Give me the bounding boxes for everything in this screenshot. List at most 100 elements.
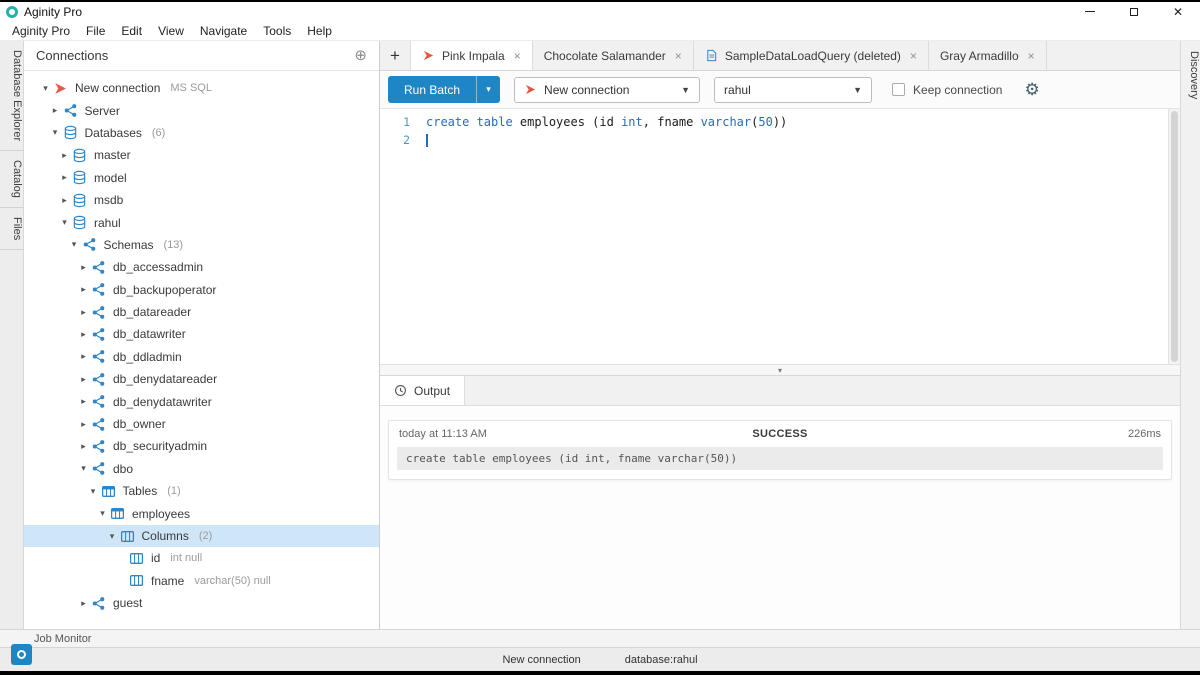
expand-arrow-icon[interactable]: ▸ bbox=[76, 329, 91, 340]
tree-item-rahul[interactable]: ▾rahul bbox=[24, 211, 379, 233]
expand-arrow-icon[interactable]: ▸ bbox=[76, 396, 91, 407]
tree-item-meta: (6) bbox=[152, 127, 165, 139]
tree-item-tables[interactable]: ▾Tables(1) bbox=[24, 480, 379, 502]
close-tab-icon[interactable]: × bbox=[514, 49, 521, 63]
run-batch-split-button: Run Batch ▾ bbox=[388, 76, 500, 103]
menu-item-aginity-pro[interactable]: Aginity Pro bbox=[4, 24, 78, 38]
tree-item-db-accessadmin[interactable]: ▸db_accessadmin bbox=[24, 256, 379, 278]
connection-select[interactable]: New connection ▼ bbox=[514, 77, 700, 103]
expand-arrow-icon[interactable]: ▸ bbox=[57, 195, 72, 206]
right-rail-tab-discovery[interactable]: Discovery bbox=[1181, 41, 1200, 108]
run-batch-dropdown[interactable]: ▾ bbox=[476, 76, 500, 103]
document-icon bbox=[705, 49, 718, 62]
left-rail-tab-database-explorer[interactable]: Database Explorer bbox=[0, 41, 23, 151]
close-tab-icon[interactable]: × bbox=[910, 49, 917, 63]
expand-arrow-icon[interactable]: ▸ bbox=[57, 172, 72, 183]
expand-arrow-icon[interactable]: ▸ bbox=[57, 150, 72, 161]
editor-tab-sampledataloadquery-deleted[interactable]: SampleDataLoadQuery (deleted)× bbox=[694, 41, 929, 70]
left-rail-tab-files[interactable]: Files bbox=[0, 208, 23, 250]
taskbar-app-icon[interactable] bbox=[11, 644, 32, 665]
schema-icon bbox=[91, 349, 106, 364]
expand-arrow-icon[interactable]: ▸ bbox=[76, 262, 91, 273]
tree-item-guest[interactable]: ▸guest bbox=[24, 592, 379, 614]
close-button[interactable]: ✕ bbox=[1156, 2, 1200, 21]
collapse-arrow-icon[interactable]: ▾ bbox=[95, 508, 110, 519]
tree-item-msdb[interactable]: ▸msdb bbox=[24, 189, 379, 211]
collapse-arrow-icon[interactable]: ▾ bbox=[76, 463, 91, 474]
close-tab-icon[interactable]: × bbox=[1028, 49, 1035, 63]
code-text[interactable] bbox=[426, 132, 428, 150]
left-rail-tab-catalog[interactable]: Catalog bbox=[0, 151, 23, 208]
collapse-arrow-icon[interactable]: ▾ bbox=[57, 217, 72, 228]
expand-arrow-icon[interactable]: ▸ bbox=[76, 351, 91, 362]
editor-tab-pink-impala[interactable]: Pink Impala× bbox=[410, 41, 533, 70]
collapse-arrow-icon[interactable]: ▾ bbox=[67, 239, 82, 250]
connections-panel: Connections ⊕ ▾New connectionMS SQL▸Serv… bbox=[24, 41, 380, 629]
add-connection-icon[interactable]: ⊕ bbox=[354, 48, 367, 63]
bottom-border bbox=[0, 671, 1200, 675]
code-text[interactable]: create table employees (id int, fname va… bbox=[426, 114, 787, 132]
collapse-arrow-icon[interactable]: ▾ bbox=[105, 531, 120, 542]
tree-item-db-denydatawriter[interactable]: ▸db_denydatawriter bbox=[24, 390, 379, 412]
keep-connection-checkbox[interactable] bbox=[892, 83, 905, 96]
tree-item-new-connection[interactable]: ▾New connectionMS SQL bbox=[24, 77, 379, 99]
columns-icon bbox=[120, 529, 135, 544]
expand-arrow-icon[interactable]: ▸ bbox=[76, 284, 91, 295]
expand-arrow-icon[interactable]: ▸ bbox=[76, 419, 91, 430]
expand-arrow-icon[interactable]: ▸ bbox=[76, 307, 91, 318]
menu-item-file[interactable]: File bbox=[78, 24, 113, 38]
scrollbar-thumb[interactable] bbox=[1171, 111, 1178, 362]
tree-item-fname[interactable]: fnamevarchar(50) null bbox=[24, 570, 379, 592]
tree-item-dbo[interactable]: ▾dbo bbox=[24, 458, 379, 480]
tree-item-employees[interactable]: ▾employees bbox=[24, 502, 379, 524]
expand-arrow-icon[interactable]: ▸ bbox=[76, 441, 91, 452]
collapse-arrow-icon[interactable]: ▾ bbox=[86, 486, 101, 497]
clock-icon bbox=[394, 384, 407, 397]
tree-item-db-datareader[interactable]: ▸db_datareader bbox=[24, 301, 379, 323]
collapse-arrow-icon[interactable]: ▾ bbox=[48, 127, 63, 138]
tree-item-db-securityadmin[interactable]: ▸db_securityadmin bbox=[24, 435, 379, 457]
tree-item-server[interactable]: ▸Server bbox=[24, 99, 379, 121]
run-batch-button[interactable]: Run Batch bbox=[388, 76, 476, 103]
new-tab-button[interactable]: + bbox=[380, 41, 410, 70]
sql-editor[interactable]: 1create table employees (id int, fname v… bbox=[380, 109, 1180, 364]
tree-item-db-ddladmin[interactable]: ▸db_ddladmin bbox=[24, 346, 379, 368]
tree-item-db-datawriter[interactable]: ▸db_datawriter bbox=[24, 323, 379, 345]
expand-arrow-icon[interactable]: ▸ bbox=[76, 374, 91, 385]
table-icon bbox=[101, 484, 116, 499]
connection-icon bbox=[524, 83, 537, 96]
tree-item-model[interactable]: ▸model bbox=[24, 167, 379, 189]
menu-item-tools[interactable]: Tools bbox=[255, 24, 299, 38]
menu-item-edit[interactable]: Edit bbox=[113, 24, 150, 38]
editor-tab-chocolate-salamander[interactable]: Chocolate Salamander× bbox=[533, 41, 694, 70]
tree-item-id[interactable]: idint null bbox=[24, 547, 379, 569]
splitter-handle[interactable]: ▾ bbox=[380, 364, 1180, 376]
restore-button[interactable] bbox=[1112, 2, 1156, 21]
database-select[interactable]: rahul ▼ bbox=[714, 77, 872, 103]
code-area[interactable]: 1create table employees (id int, fname v… bbox=[380, 109, 1168, 364]
query-result-card[interactable]: today at 11:13 AM SUCCESS 226ms create t… bbox=[388, 420, 1172, 480]
tree-item-databases[interactable]: ▾Databases(6) bbox=[24, 122, 379, 144]
tree-item-db-owner[interactable]: ▸db_owner bbox=[24, 413, 379, 435]
menu-item-navigate[interactable]: Navigate bbox=[192, 24, 255, 38]
connection-select-value: New connection bbox=[544, 83, 629, 97]
tree-item-master[interactable]: ▸master bbox=[24, 144, 379, 166]
tree-item-db-denydatareader[interactable]: ▸db_denydatareader bbox=[24, 368, 379, 390]
minimize-button[interactable] bbox=[1068, 2, 1112, 21]
tree-item-schemas[interactable]: ▾Schemas(13) bbox=[24, 234, 379, 256]
tree-item-db-backupoperator[interactable]: ▸db_backupoperator bbox=[24, 279, 379, 301]
expand-arrow-icon[interactable]: ▸ bbox=[76, 598, 91, 609]
menu-item-help[interactable]: Help bbox=[299, 24, 340, 38]
menu-item-view[interactable]: View bbox=[150, 24, 192, 38]
aginity-logo-icon bbox=[6, 6, 18, 18]
expand-arrow-icon[interactable]: ▸ bbox=[48, 105, 63, 116]
output-tabbar: Output bbox=[380, 376, 1180, 406]
job-monitor-bar[interactable]: Job Monitor bbox=[0, 629, 1200, 647]
output-tab[interactable]: Output bbox=[380, 376, 465, 405]
settings-gear-icon[interactable]: ⚙ bbox=[1024, 81, 1039, 98]
editor-scrollbar[interactable] bbox=[1168, 109, 1180, 364]
editor-tab-gray-armadillo[interactable]: Gray Armadillo× bbox=[929, 41, 1047, 70]
collapse-arrow-icon[interactable]: ▾ bbox=[38, 83, 53, 94]
tree-item-columns[interactable]: ▾Columns(2) bbox=[24, 525, 379, 547]
close-tab-icon[interactable]: × bbox=[675, 49, 682, 63]
